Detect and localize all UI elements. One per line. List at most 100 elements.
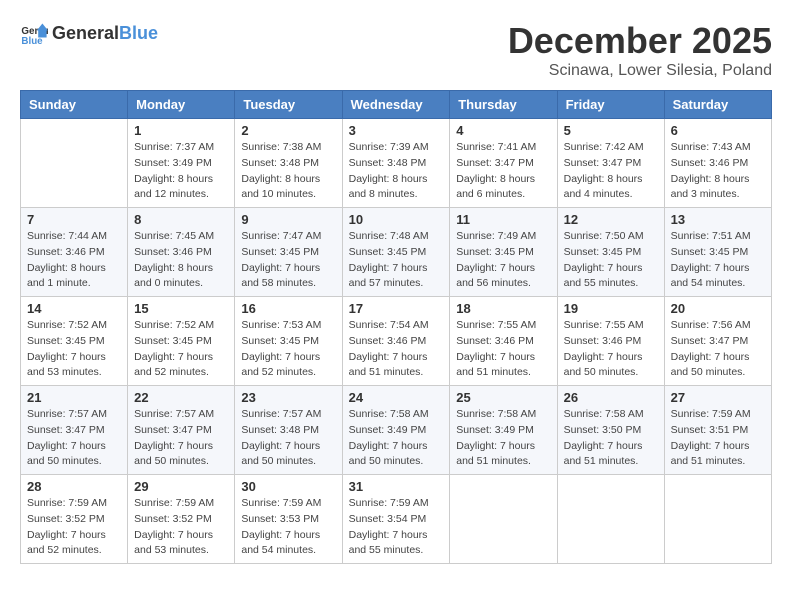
- day-info: Sunrise: 7:49 AMSunset: 3:45 PMDaylight:…: [456, 229, 550, 292]
- calendar-cell: 11 Sunrise: 7:49 AMSunset: 3:45 PMDayligh…: [450, 208, 557, 297]
- day-info: Sunrise: 7:43 AMSunset: 3:46 PMDaylight:…: [671, 140, 765, 203]
- calendar-cell: 5 Sunrise: 7:42 AMSunset: 3:47 PMDaylight…: [557, 119, 664, 208]
- day-number: 14: [27, 301, 121, 316]
- day-info: Sunrise: 7:52 AMSunset: 3:45 PMDaylight:…: [27, 318, 121, 381]
- day-number: 7: [27, 212, 121, 227]
- day-number: 11: [456, 212, 550, 227]
- calendar: SundayMondayTuesdayWednesdayThursdayFrid…: [20, 90, 772, 564]
- day-info: Sunrise: 7:59 AMSunset: 3:53 PMDaylight:…: [241, 496, 335, 559]
- day-info: Sunrise: 7:38 AMSunset: 3:48 PMDaylight:…: [241, 140, 335, 203]
- calendar-cell: 2 Sunrise: 7:38 AMSunset: 3:48 PMDaylight…: [235, 119, 342, 208]
- day-info: Sunrise: 7:58 AMSunset: 3:49 PMDaylight:…: [349, 407, 444, 470]
- calendar-header-row: SundayMondayTuesdayWednesdayThursdayFrid…: [21, 91, 772, 119]
- day-info: Sunrise: 7:42 AMSunset: 3:47 PMDaylight:…: [564, 140, 658, 203]
- day-info: Sunrise: 7:45 AMSunset: 3:46 PMDaylight:…: [134, 229, 228, 292]
- day-number: 10: [349, 212, 444, 227]
- calendar-cell: 13 Sunrise: 7:51 AMSunset: 3:45 PMDayligh…: [664, 208, 771, 297]
- day-number: 23: [241, 390, 335, 405]
- calendar-cell: 23Sunrise: 7:57 AMSunset: 3:48 PMDayligh…: [235, 386, 342, 475]
- calendar-cell: 19 Sunrise: 7:55 AMSunset: 3:46 PMDayligh…: [557, 297, 664, 386]
- day-info: Sunrise: 7:53 AMSunset: 3:45 PMDaylight:…: [241, 318, 335, 381]
- day-number: 1: [134, 123, 228, 138]
- day-info: Sunrise: 7:47 AMSunset: 3:45 PMDaylight:…: [241, 229, 335, 292]
- day-number: 8: [134, 212, 228, 227]
- day-number: 30: [241, 479, 335, 494]
- day-info: Sunrise: 7:44 AMSunset: 3:46 PMDaylight:…: [27, 229, 121, 292]
- day-info: Sunrise: 7:54 AMSunset: 3:46 PMDaylight:…: [349, 318, 444, 381]
- day-number: 25: [456, 390, 550, 405]
- weekday-header: Monday: [128, 91, 235, 119]
- logo-icon: General Blue: [20, 20, 48, 48]
- day-number: 19: [564, 301, 658, 316]
- calendar-cell: 15 Sunrise: 7:52 AMSunset: 3:45 PMDayligh…: [128, 297, 235, 386]
- calendar-week-row: 28Sunrise: 7:59 AMSunset: 3:52 PMDayligh…: [21, 475, 772, 564]
- day-number: 26: [564, 390, 658, 405]
- day-info: Sunrise: 7:52 AMSunset: 3:45 PMDaylight:…: [134, 318, 228, 381]
- day-info: Sunrise: 7:59 AMSunset: 3:52 PMDaylight:…: [134, 496, 228, 559]
- calendar-cell: 1Sunrise: 7:37 AMSunset: 3:49 PMDaylight…: [128, 119, 235, 208]
- calendar-cell: 30 Sunrise: 7:59 AMSunset: 3:53 PMDayligh…: [235, 475, 342, 564]
- calendar-cell: 10 Sunrise: 7:48 AMSunset: 3:45 PMDayligh…: [342, 208, 450, 297]
- calendar-week-row: 14 Sunrise: 7:52 AMSunset: 3:45 PMDayligh…: [21, 297, 772, 386]
- day-info: Sunrise: 7:59 AMSunset: 3:51 PMDaylight:…: [671, 407, 765, 470]
- calendar-cell: 4Sunrise: 7:41 AMSunset: 3:47 PMDaylight…: [450, 119, 557, 208]
- day-number: 2: [241, 123, 335, 138]
- day-number: 3: [349, 123, 444, 138]
- day-number: 27: [671, 390, 765, 405]
- calendar-cell: 31Sunrise: 7:59 AMSunset: 3:54 PMDayligh…: [342, 475, 450, 564]
- calendar-cell: 16 Sunrise: 7:53 AMSunset: 3:45 PMDayligh…: [235, 297, 342, 386]
- calendar-cell: [557, 475, 664, 564]
- weekday-header: Tuesday: [235, 91, 342, 119]
- day-number: 5: [564, 123, 658, 138]
- weekday-header: Sunday: [21, 91, 128, 119]
- calendar-cell: 8 Sunrise: 7:45 AMSunset: 3:46 PMDaylight…: [128, 208, 235, 297]
- calendar-cell: 25 Sunrise: 7:58 AMSunset: 3:49 PMDayligh…: [450, 386, 557, 475]
- day-number: 20: [671, 301, 765, 316]
- day-number: 12: [564, 212, 658, 227]
- day-info: Sunrise: 7:39 AMSunset: 3:48 PMDaylight:…: [349, 140, 444, 203]
- day-number: 24: [349, 390, 444, 405]
- calendar-cell: 9 Sunrise: 7:47 AMSunset: 3:45 PMDaylight…: [235, 208, 342, 297]
- logo: General Blue GeneralBlue: [20, 20, 158, 48]
- day-number: 21: [27, 390, 121, 405]
- calendar-cell: 28Sunrise: 7:59 AMSunset: 3:52 PMDayligh…: [21, 475, 128, 564]
- day-number: 6: [671, 123, 765, 138]
- day-number: 9: [241, 212, 335, 227]
- calendar-cell: 18Sunrise: 7:55 AMSunset: 3:46 PMDayligh…: [450, 297, 557, 386]
- calendar-cell: 7 Sunrise: 7:44 AMSunset: 3:46 PMDaylight…: [21, 208, 128, 297]
- calendar-cell: 14 Sunrise: 7:52 AMSunset: 3:45 PMDayligh…: [21, 297, 128, 386]
- day-info: Sunrise: 7:57 AMSunset: 3:47 PMDaylight:…: [27, 407, 121, 470]
- day-number: 22: [134, 390, 228, 405]
- day-number: 16: [241, 301, 335, 316]
- calendar-week-row: 21 Sunrise: 7:57 AMSunset: 3:47 PMDayligh…: [21, 386, 772, 475]
- day-number: 29: [134, 479, 228, 494]
- day-info: Sunrise: 7:48 AMSunset: 3:45 PMDaylight:…: [349, 229, 444, 292]
- calendar-cell: 29 Sunrise: 7:59 AMSunset: 3:52 PMDayligh…: [128, 475, 235, 564]
- calendar-cell: [450, 475, 557, 564]
- day-info: Sunrise: 7:59 AMSunset: 3:52 PMDaylight:…: [27, 496, 121, 559]
- calendar-cell: 6 Sunrise: 7:43 AMSunset: 3:46 PMDaylight…: [664, 119, 771, 208]
- month-title: December 2025: [508, 20, 772, 62]
- calendar-cell: 26 Sunrise: 7:58 AMSunset: 3:50 PMDayligh…: [557, 386, 664, 475]
- day-info: Sunrise: 7:50 AMSunset: 3:45 PMDaylight:…: [564, 229, 658, 292]
- day-info: Sunrise: 7:55 AMSunset: 3:46 PMDaylight:…: [456, 318, 550, 381]
- day-info: Sunrise: 7:58 AMSunset: 3:50 PMDaylight:…: [564, 407, 658, 470]
- calendar-cell: [21, 119, 128, 208]
- calendar-cell: 24 Sunrise: 7:58 AMSunset: 3:49 PMDayligh…: [342, 386, 450, 475]
- day-info: Sunrise: 7:58 AMSunset: 3:49 PMDaylight:…: [456, 407, 550, 470]
- calendar-cell: 12 Sunrise: 7:50 AMSunset: 3:45 PMDayligh…: [557, 208, 664, 297]
- location-title: Scinawa, Lower Silesia, Poland: [508, 62, 772, 80]
- weekday-header: Thursday: [450, 91, 557, 119]
- day-info: Sunrise: 7:51 AMSunset: 3:45 PMDaylight:…: [671, 229, 765, 292]
- calendar-week-row: 7 Sunrise: 7:44 AMSunset: 3:46 PMDaylight…: [21, 208, 772, 297]
- header: General Blue GeneralBlue December 2025 S…: [20, 20, 772, 80]
- weekday-header: Friday: [557, 91, 664, 119]
- logo-blue: Blue: [119, 23, 158, 43]
- weekday-header: Wednesday: [342, 91, 450, 119]
- day-info: Sunrise: 7:55 AMSunset: 3:46 PMDaylight:…: [564, 318, 658, 381]
- calendar-cell: 21 Sunrise: 7:57 AMSunset: 3:47 PMDayligh…: [21, 386, 128, 475]
- day-info: Sunrise: 7:41 AMSunset: 3:47 PMDaylight:…: [456, 140, 550, 203]
- day-number: 13: [671, 212, 765, 227]
- day-number: 15: [134, 301, 228, 316]
- day-number: 17: [349, 301, 444, 316]
